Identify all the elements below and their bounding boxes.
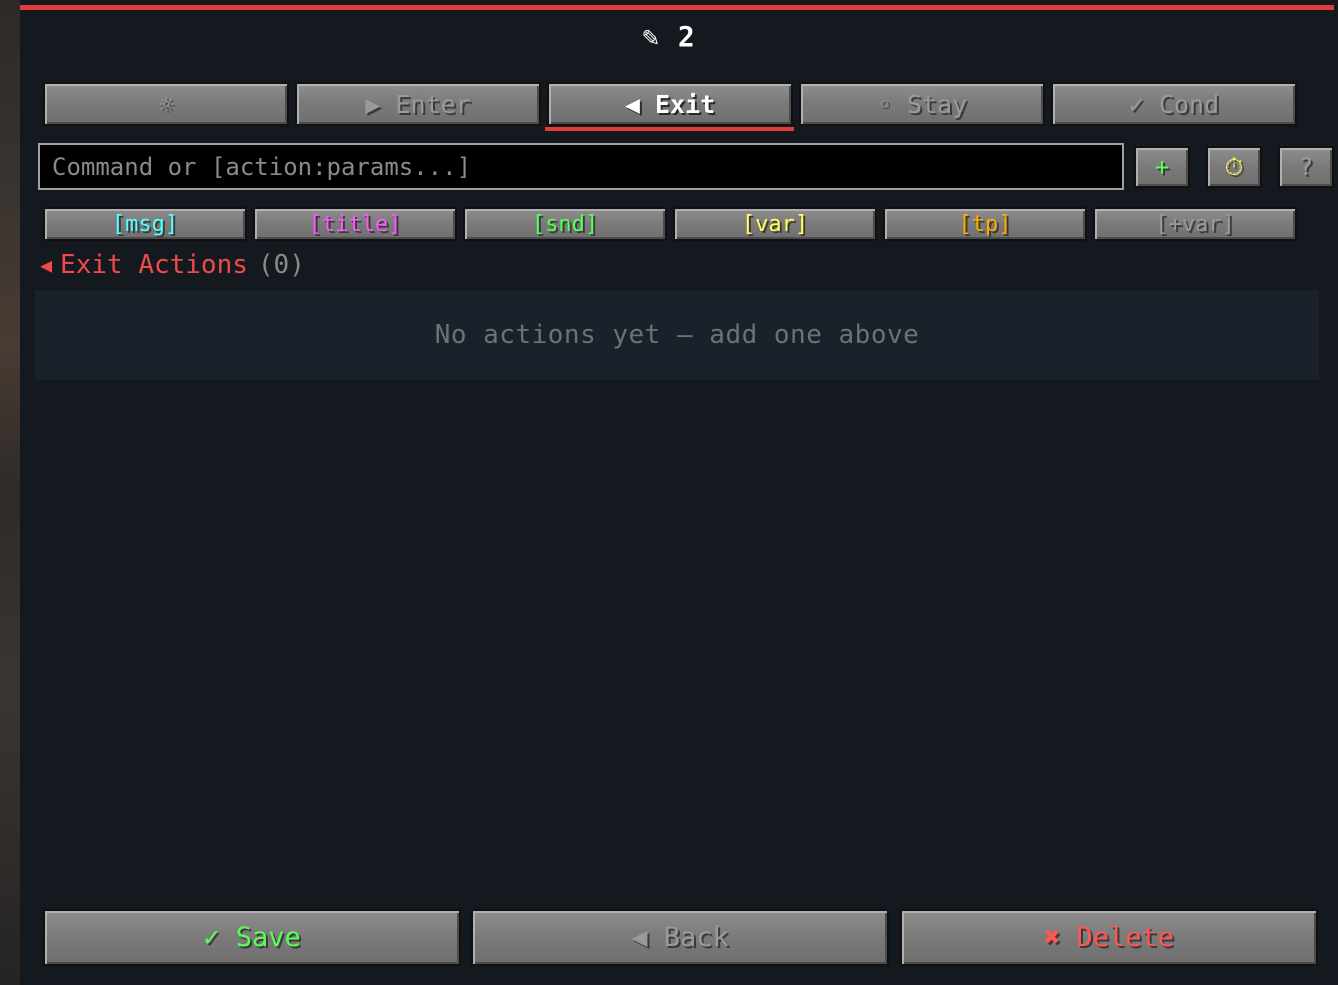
actions-list: No actions yet — add one above: [35, 290, 1319, 380]
tab-stay[interactable]: ◦ Stay: [799, 82, 1045, 126]
window-title: ✎ 2: [0, 20, 1338, 53]
save-button[interactable]: ✓ Save: [43, 909, 461, 966]
delete-label: ✖ Delete: [1043, 922, 1175, 953]
chip-snd-label: [snd]: [531, 211, 599, 237]
save-label: ✓ Save: [203, 922, 301, 953]
tab-stay-label: ◦ Stay: [876, 89, 968, 119]
help-button[interactable]: ?: [1278, 146, 1334, 188]
chip-plus-var[interactable]: [+var]: [1093, 207, 1297, 241]
tab-cond[interactable]: ✓ Cond: [1051, 82, 1297, 126]
add-action-button[interactable]: +: [1134, 146, 1190, 188]
chip-var[interactable]: [var]: [673, 207, 877, 241]
chip-var-label: [var]: [741, 211, 809, 237]
tab-settings[interactable]: ☼: [43, 82, 289, 126]
back-button[interactable]: ◀ Back: [471, 909, 889, 966]
editor-screen: ✎ 2 ☼ ▶ Enter ◀ Exit ◦ Stay ✓ Cond + ⏱ ?…: [0, 0, 1338, 985]
world-background-strip: [0, 0, 20, 985]
tab-cond-label: ✓ Cond: [1128, 89, 1220, 119]
timer-button[interactable]: ⏱: [1206, 146, 1262, 188]
gear-icon: ☼: [158, 89, 174, 119]
timer-icon: ⏱: [1224, 153, 1244, 181]
accent-bar: [20, 5, 1334, 10]
exit-icon: ◀: [40, 253, 53, 277]
chip-title[interactable]: [title]: [253, 207, 457, 241]
chip-tp[interactable]: [tp]: [883, 207, 1087, 241]
chip-tp-label: [tp]: [958, 211, 1012, 237]
delete-button[interactable]: ✖ Delete: [900, 909, 1318, 966]
window-title-text: 2: [677, 20, 696, 53]
section-header: ◀ Exit Actions (0): [40, 248, 305, 282]
tab-enter-label: ▶ Enter: [365, 89, 471, 119]
command-input[interactable]: [38, 143, 1124, 190]
empty-state-text: No actions yet — add one above: [434, 320, 920, 350]
active-tab-underline: [545, 127, 794, 131]
tab-exit[interactable]: ◀ Exit: [547, 82, 793, 126]
chip-msg[interactable]: [msg]: [43, 207, 247, 241]
chip-plus-var-label: [+var]: [1155, 211, 1235, 237]
section-title: Exit Actions: [60, 250, 248, 280]
plus-icon: +: [1154, 153, 1170, 181]
section-count: (0): [257, 250, 305, 280]
tab-exit-label: ◀ Exit: [624, 89, 716, 119]
tab-enter[interactable]: ▶ Enter: [295, 82, 541, 126]
chip-title-label: [title]: [308, 211, 402, 237]
chip-msg-label: [msg]: [111, 211, 179, 237]
chip-snd[interactable]: [snd]: [463, 207, 667, 241]
pencil-icon: ✎: [642, 20, 661, 53]
help-icon: ?: [1298, 153, 1314, 181]
back-label: ◀ Back: [631, 922, 729, 953]
